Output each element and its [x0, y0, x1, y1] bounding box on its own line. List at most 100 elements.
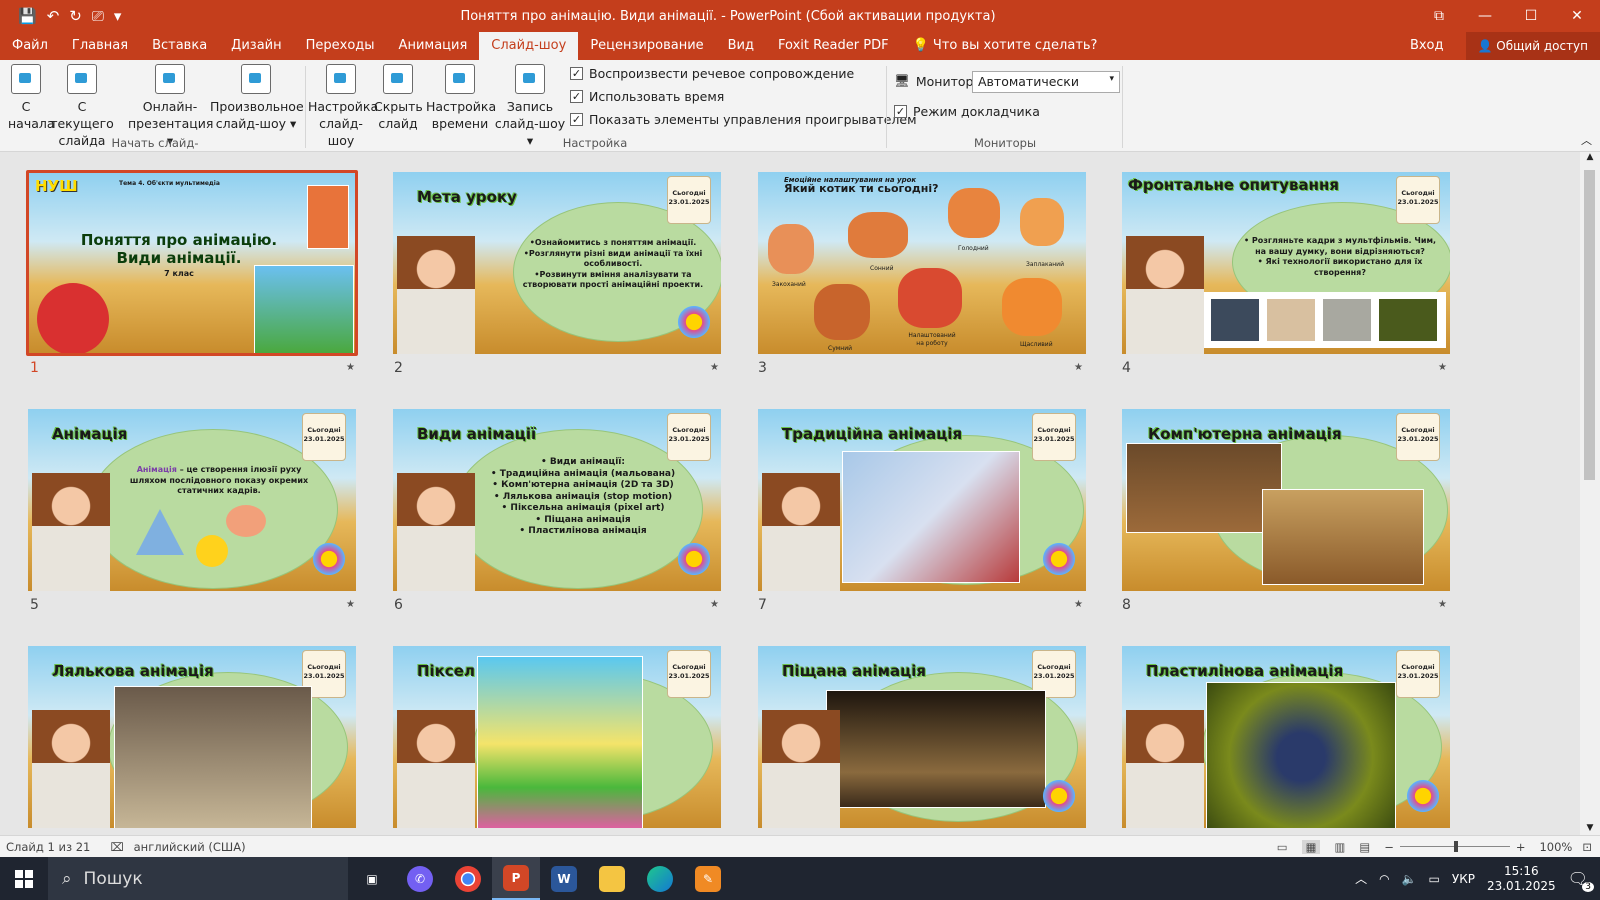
draw-app-icon[interactable]: ✎	[684, 857, 732, 900]
hide-slide-button[interactable]: Скрыть слайд	[374, 64, 423, 132]
slide-thumbnail-3[interactable]: Емоційне налаштування на урок Який котик…	[756, 170, 1088, 356]
word-icon[interactable]: W	[540, 857, 588, 900]
zoom-out-icon[interactable]: −	[1384, 840, 1394, 854]
battery-icon[interactable]: ▭	[1429, 872, 1440, 886]
ribbon-display-icon[interactable]: ⧉	[1416, 0, 1462, 32]
slide-thumbnail-2[interactable]: Мета уроку Сьогодні 23.01.2025 •Ознайомит…	[391, 170, 723, 356]
scroll-thumb[interactable]	[1584, 170, 1595, 480]
presenter-view-checkbox[interactable]: ✓ Режим докладчика	[894, 104, 1040, 119]
normal-view-icon[interactable]: ▭	[1277, 840, 1288, 854]
slideshow-view-icon[interactable]: ▤	[1359, 840, 1370, 854]
fit-slide-icon[interactable]: ⊡	[1582, 840, 1592, 854]
monitor-select[interactable]: Автоматически ▾	[972, 71, 1120, 93]
tab-transitions[interactable]: Переходы	[294, 32, 387, 60]
transition-star-icon: ★	[710, 599, 719, 610]
task-view-icon[interactable]: ▣	[348, 857, 396, 900]
transition-star-icon: ★	[1074, 599, 1083, 610]
notifications-icon[interactable]: 🗨 3	[1568, 869, 1594, 892]
globe-icon	[155, 64, 185, 94]
start-button[interactable]	[0, 857, 48, 900]
zoom-level[interactable]: 100%	[1539, 840, 1572, 854]
scroll-up-icon[interactable]: ▲	[1580, 152, 1600, 162]
tab-insert[interactable]: Вставка	[140, 32, 219, 60]
save-icon[interactable]: 💾	[18, 7, 37, 25]
tab-home[interactable]: Главная	[60, 32, 140, 60]
show-media-controls-checkbox[interactable]: ✓ Показать элементы управления проигрыват…	[570, 112, 917, 127]
collapse-ribbon-icon[interactable]: ︿	[1581, 132, 1592, 148]
slide-thumbnail-7[interactable]: Традиційна анімація Сьогодні 23.01.2025	[756, 407, 1088, 593]
lightbulb-icon: 💡	[912, 38, 933, 53]
scroll-down-icon[interactable]: ▼	[1580, 823, 1600, 833]
monitor-label: 🖥 Монитор:	[894, 73, 978, 89]
network-icon[interactable]: ◠	[1379, 872, 1389, 886]
tab-review[interactable]: Рецензирование	[578, 32, 715, 60]
reading-view-icon[interactable]: ▥	[1334, 840, 1345, 854]
slide-thumbnail-6[interactable]: Види анімації Сьогодні 23.01.2025 • Види …	[391, 407, 723, 593]
quick-access-toolbar: 💾 ↶ ↻ ⎚ ▾	[0, 7, 220, 25]
slide-sorter-view-icon[interactable]: ▦	[1301, 839, 1321, 854]
tab-slideshow[interactable]: Слайд-шоу	[479, 32, 579, 60]
tell-me-box[interactable]: 💡 Что вы хотите сделать?	[901, 32, 1110, 60]
group-label-setup: Настройка	[562, 136, 628, 150]
close-icon[interactable]: ✕	[1554, 0, 1600, 32]
share-button[interactable]: 👤 Общий доступ	[1465, 32, 1600, 60]
tray-chevron-icon[interactable]: ︿	[1355, 870, 1367, 887]
tab-design[interactable]: Дизайн	[219, 32, 293, 60]
zoom-slider-thumb[interactable]	[1453, 841, 1458, 852]
language-indicator[interactable]: английский (США)	[134, 840, 246, 854]
customize-qat-icon[interactable]: ▾	[114, 7, 122, 25]
windows-logo-icon	[15, 869, 33, 888]
slide-number: 3	[758, 360, 767, 376]
custom-show-button[interactable]: Произвольное слайд-шоу ▾	[210, 64, 304, 132]
setup-show-button[interactable]: Настройка слайд-шоу	[308, 64, 378, 149]
tab-file[interactable]: Файл	[0, 32, 60, 60]
volume-icon[interactable]: 🔈	[1402, 872, 1417, 886]
slide-thumbnail-1[interactable]: НУШ Тема 4. Об'єкти мультимедіа Поняття …	[26, 170, 358, 356]
from-beginning-button[interactable]: Сначала	[8, 64, 55, 132]
taskbar-search[interactable]: ⌕ Пошук	[48, 857, 348, 900]
slideshow-current-icon	[67, 64, 97, 94]
chevron-down-icon: ▾	[1109, 74, 1114, 84]
vertical-scrollbar[interactable]: ▲ ▼	[1580, 152, 1600, 835]
slide-number: 8	[1122, 597, 1131, 613]
slide-thumbnail-9[interactable]: Лялькова анімація Сьогодні 23.01.2025	[26, 644, 358, 830]
chrome-icon[interactable]	[444, 857, 492, 900]
rehearse-timings-button[interactable]: Настройка времени	[426, 64, 496, 132]
minimize-icon[interactable]: —	[1462, 0, 1508, 32]
record-show-button[interactable]: Запись слайд-шоу ▾	[494, 64, 566, 149]
tab-animations[interactable]: Анимация	[387, 32, 480, 60]
clock[interactable]: 15:16 23.01.2025	[1487, 864, 1556, 894]
viber-icon[interactable]: ✆	[396, 857, 444, 900]
language-tray[interactable]: УКР	[1452, 872, 1475, 886]
use-timings-checkbox[interactable]: ✓ Использовать время	[570, 89, 724, 104]
spellcheck-icon[interactable]: ⌧	[110, 840, 123, 854]
slide-count: Слайд 1 из 21	[6, 839, 91, 854]
slide-thumbnail-8[interactable]: Комп'ютерна анімація Сьогодні 23.01.2025	[1120, 407, 1452, 593]
transition-star-icon: ★	[346, 599, 355, 610]
tab-view[interactable]: Вид	[716, 32, 766, 60]
edge-icon[interactable]	[636, 857, 684, 900]
search-icon: ⌕	[62, 868, 72, 889]
ribbon-tabs: Файл Главная Вставка Дизайн Переходы Ани…	[0, 32, 1600, 60]
signin-link[interactable]: Вход	[1398, 32, 1456, 60]
undo-icon[interactable]: ↶	[47, 7, 60, 25]
slide-sorter: НУШ Тема 4. Об'єкти мультимедіа Поняття …	[0, 152, 1580, 835]
slide-thumbnail-11[interactable]: Піщана анімація Сьогодні 23.01.2025	[756, 644, 1088, 830]
slide-thumbnail-12[interactable]: Пластилінова анімація Сьогодні 23.01.2025	[1120, 644, 1452, 830]
present-icon[interactable]: ⎚	[92, 7, 104, 25]
tab-foxit[interactable]: Foxit Reader PDF	[766, 32, 901, 60]
maximize-icon[interactable]: ☐	[1508, 0, 1554, 32]
zoom-slider[interactable]	[1399, 841, 1510, 852]
zoom-in-icon[interactable]: +	[1516, 840, 1526, 854]
transition-star-icon: ★	[1438, 599, 1447, 610]
slide-number: 6	[394, 597, 403, 613]
slide-thumbnail-10[interactable]: Піксел Сьогодні 23.01.2025	[391, 644, 723, 830]
file-explorer-icon[interactable]	[588, 857, 636, 900]
ribbon: Сначала С текущего слайда Онлайн-презента…	[0, 60, 1600, 164]
slide-thumbnail-5[interactable]: Анімація Сьогодні 23.01.2025 Анімація – ц…	[26, 407, 358, 593]
powerpoint-icon[interactable]: P	[492, 857, 540, 900]
slide-thumbnail-4[interactable]: Фронтальне опитування Сьогодні 23.01.2025…	[1120, 170, 1452, 356]
custom-show-icon	[241, 64, 271, 94]
play-narrations-checkbox[interactable]: ✓ Воспроизвести речевое сопровождение	[570, 66, 854, 81]
redo-icon[interactable]: ↻	[69, 7, 82, 25]
